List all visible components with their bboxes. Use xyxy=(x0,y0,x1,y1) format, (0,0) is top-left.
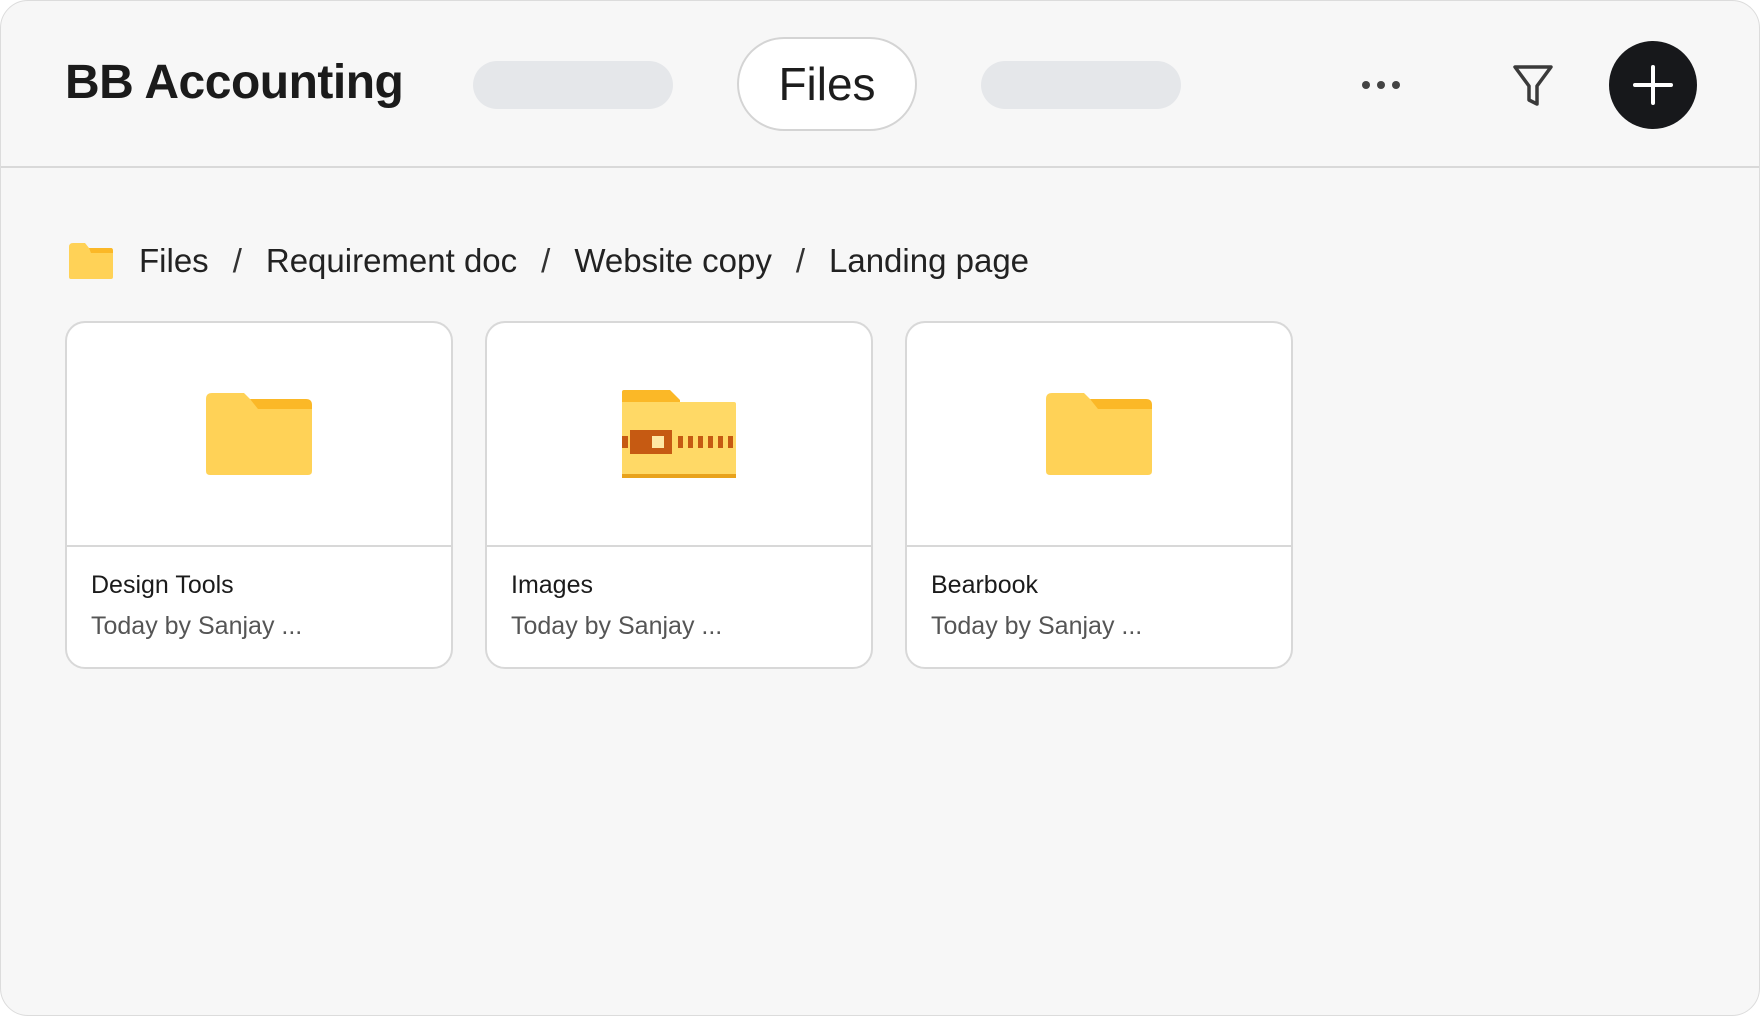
breadcrumb-separator: / xyxy=(232,242,242,279)
file-meta: Today by Sanjay ... xyxy=(511,612,723,640)
file-meta: Today by Sanjay ... xyxy=(91,612,303,640)
breadcrumb-separator: / xyxy=(541,242,551,279)
plus-icon xyxy=(1633,65,1673,105)
file-card-bearbook[interactable]: Bearbook Today by Sanjay ... xyxy=(905,321,1293,669)
file-thumbnail xyxy=(487,323,871,547)
filter-button[interactable] xyxy=(1505,59,1561,113)
breadcrumb-separator: / xyxy=(795,242,805,279)
more-options-button[interactable] xyxy=(1353,65,1409,105)
breadcrumb-item-requirement-doc[interactable]: Requirement doc xyxy=(266,242,517,280)
add-button[interactable] xyxy=(1609,41,1697,129)
breadcrumb: Files / Requirement doc / Website copy /… xyxy=(67,237,1029,285)
breadcrumb-item-website-copy[interactable]: Website copy xyxy=(574,242,771,280)
top-bar: BB Accounting Files xyxy=(1,1,1759,168)
breadcrumb-item-landing-page[interactable]: Landing page xyxy=(829,242,1029,280)
file-card-design-tools[interactable]: Design Tools Today by Sanjay ... xyxy=(65,321,453,669)
filter-icon xyxy=(1513,65,1553,106)
more-horizontal-icon xyxy=(1362,81,1370,89)
folder-icon xyxy=(1046,393,1152,475)
tab-placeholder-2[interactable] xyxy=(981,61,1181,109)
folder-icon xyxy=(69,243,113,279)
file-name: Bearbook xyxy=(931,571,1039,599)
file-name: Design Tools xyxy=(91,571,234,599)
file-grid: Design Tools Today by Sanjay ... Images … xyxy=(65,321,1293,669)
tab-placeholder-1[interactable] xyxy=(473,61,673,109)
file-thumbnail xyxy=(67,323,451,547)
file-name: Images xyxy=(511,571,593,599)
zip-folder-icon xyxy=(622,390,736,478)
file-meta: Today by Sanjay ... xyxy=(931,612,1143,640)
file-card-images[interactable]: Images Today by Sanjay ... xyxy=(485,321,873,669)
app-title: BB Accounting xyxy=(65,56,404,109)
tab-files[interactable]: Files xyxy=(737,37,917,131)
file-thumbnail xyxy=(907,323,1291,547)
app-window: BB Accounting Files Files / Requirement … xyxy=(0,0,1760,1016)
breadcrumb-item-files[interactable]: Files xyxy=(139,242,209,280)
folder-icon xyxy=(206,393,312,475)
